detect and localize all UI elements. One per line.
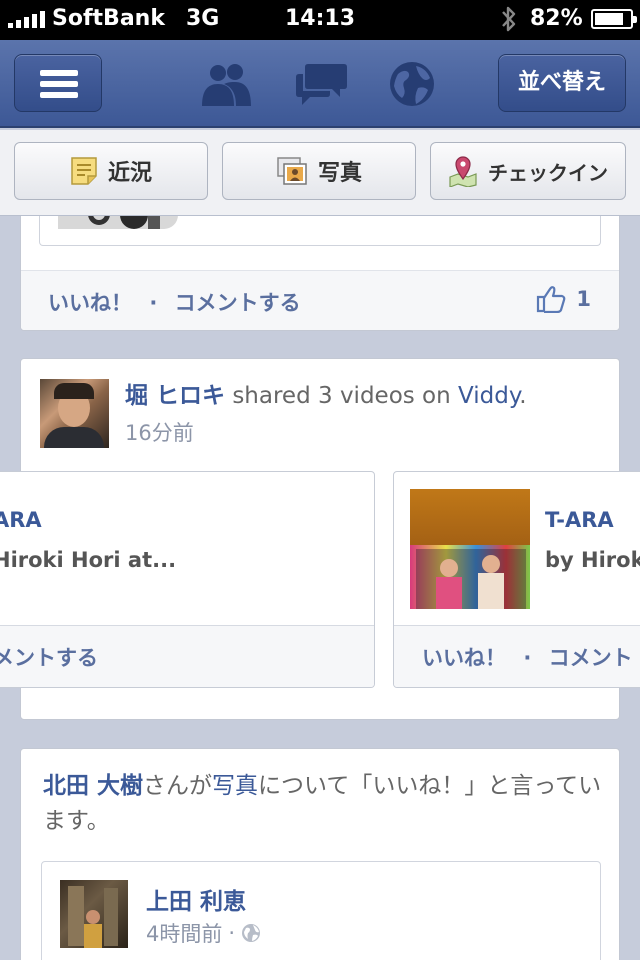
story-timestamp[interactable]: 16分前	[125, 417, 194, 447]
video-card-footer: いいね！ · コメント	[394, 625, 640, 687]
shared-author-avatar[interactable]	[60, 880, 128, 948]
battery-icon	[591, 9, 637, 29]
video-card-footer: メントする	[0, 625, 374, 687]
video-title[interactable]: T-ARA	[545, 508, 614, 532]
shared-timestamp: 4時間前 ·	[146, 918, 261, 948]
author-link[interactable]: 堀 ヒロキ	[125, 383, 225, 409]
navigation-bar: 並べ替え	[0, 40, 640, 128]
shared-time[interactable]: 4時間前	[146, 918, 222, 948]
video-card-2[interactable]: T-ARA by Hirok いいね！ · コメント	[393, 471, 640, 688]
comment-link[interactable]: コメントする	[175, 291, 301, 315]
video-title[interactable]: ARA	[0, 508, 42, 532]
avatar[interactable]	[40, 379, 109, 448]
action-separator: ·	[523, 646, 532, 670]
video-subtitle: by Hirok	[545, 548, 640, 572]
story-action-text: shared 3 videos on	[232, 383, 451, 409]
story-headline: 北田 大樹さんが写真について「いいね！」と言っています。	[43, 769, 603, 839]
video-subtitle: Hiroki Hori at...	[0, 548, 177, 572]
note-icon	[71, 157, 97, 185]
video-card-1[interactable]: ARA Hiroki Hori at... メントする	[0, 471, 375, 688]
map-pin-icon	[449, 156, 477, 187]
publisher-bar: 近況 写真 チェックイン	[0, 130, 640, 216]
status-bar: SoftBank 3G 14:13 82%	[0, 0, 640, 40]
like-link[interactable]: いいね！	[48, 291, 132, 315]
video-thumbnail[interactable]	[410, 489, 530, 609]
like-count-value: 1	[576, 287, 591, 311]
checkin-button[interactable]: チェックイン	[430, 142, 626, 200]
status-button[interactable]: 近況	[14, 142, 208, 200]
notifications-globe-icon[interactable]	[384, 60, 440, 108]
photo-button-label: 写真	[317, 161, 362, 186]
like-count[interactable]: 1	[536, 285, 591, 313]
action-separator: ·	[149, 291, 158, 315]
battery-percent: 82%	[530, 6, 583, 31]
shared-author-name[interactable]: 上田 利恵	[146, 882, 246, 916]
like-link[interactable]: いいね！	[422, 646, 506, 670]
time-separator: ·	[228, 921, 236, 945]
headline-period: .	[519, 383, 527, 409]
status-button-label: 近況	[107, 161, 152, 186]
hamburger-icon	[40, 70, 78, 76]
photo-button[interactable]: 写真	[222, 142, 416, 200]
friend-requests-icon[interactable]	[198, 60, 254, 108]
shared-photo-box[interactable]: 上田 利恵 4時間前 ·	[41, 861, 601, 960]
thumbs-up-icon	[537, 286, 566, 313]
bluetooth-icon	[502, 6, 516, 32]
comment-link[interactable]: コメント	[549, 646, 633, 670]
menu-button[interactable]	[14, 54, 102, 112]
app-link[interactable]: Viddy	[458, 383, 519, 409]
actor-link[interactable]: 北田 大樹	[43, 773, 143, 799]
comment-link[interactable]: メントする	[0, 642, 98, 672]
messages-icon[interactable]	[294, 60, 350, 108]
photo-link[interactable]: 写真	[212, 773, 258, 799]
photo-icon	[277, 157, 307, 185]
story-headline: 堀 ヒロキ shared 3 videos on Viddy.	[125, 381, 527, 411]
checkin-button-label: チェックイン	[488, 160, 608, 185]
feed-story-3: 北田 大樹さんが写真について「いいね！」と言っています。 上田 利恵 4時間前 …	[20, 748, 620, 960]
sort-button[interactable]: 並べ替え	[498, 54, 626, 112]
story-text: さんが	[143, 773, 213, 799]
public-globe-icon	[242, 924, 261, 942]
